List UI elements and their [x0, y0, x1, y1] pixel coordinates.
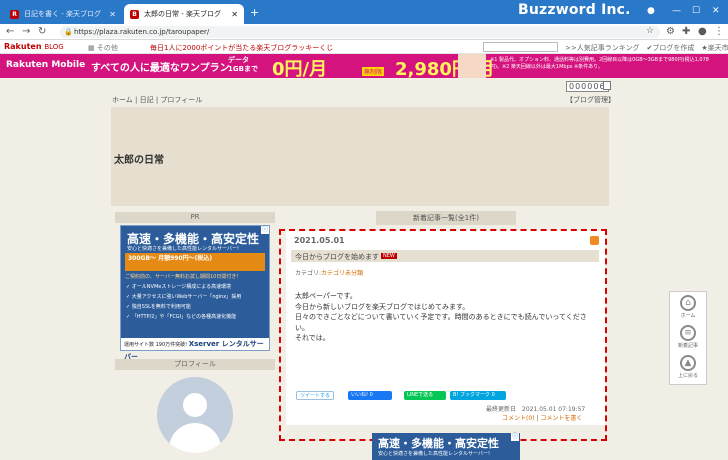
extension-icon[interactable]: ⚙	[666, 26, 675, 37]
other-label: その他	[96, 44, 118, 52]
browser-tabbar: R 日記を書く - 楽天ブログ ✕ B 太郎の日常 - 楽天ブログ ✕ + Bu…	[0, 0, 728, 24]
ad-features: ✓ オールNVMeストレージ構成による高速環境 ✓ 大量アクセスに強いWebサー…	[126, 282, 241, 322]
url-input[interactable]: 🔒 https://plaza.rakuten.co.jp/taroupaper…	[60, 26, 660, 38]
banner-badge: 無制限	[362, 67, 385, 76]
banner-data: データ 1GBまで	[228, 56, 258, 74]
banner-note: ※1 製品代、オプション料、通話料等は別費用。2回線目以降は0GB〜3GBまで9…	[490, 57, 709, 70]
back-icon[interactable]: ←	[6, 26, 14, 37]
forward-icon[interactable]: →	[22, 26, 30, 37]
logo-sub: BLOG	[44, 43, 64, 51]
account-icon[interactable]: ●	[698, 26, 707, 37]
ad2-title: 高速・多機能・高安定性	[378, 437, 499, 450]
other-link[interactable]: ▦ その他	[88, 43, 118, 53]
up-icon: ▲	[680, 355, 696, 371]
tab-label: 日記を書く - 楽天ブログ	[24, 10, 101, 18]
rakuten-favicon-icon: R	[10, 9, 19, 19]
lock-icon: 🔒	[64, 28, 73, 36]
profile-dot-icon[interactable]: ●	[647, 6, 655, 16]
xserver-ad-bottom[interactable]: 高速・多機能・高安定性 安心と快適さを兼備した高性能レンタルサーバー!	[372, 433, 520, 460]
list-icon: ≡	[680, 325, 696, 341]
tab-taro-blog[interactable]: B 太郎の日常 - 楽天ブログ ✕	[124, 4, 244, 24]
sidenav-home[interactable]: ⌂ ホーム	[670, 295, 706, 319]
blog-title[interactable]: 太郎の日常	[114, 151, 164, 166]
ad-feature-text: オールNVMeストレージ構成による高速環境	[131, 284, 232, 290]
blog-favicon-icon: B	[130, 9, 139, 19]
close-icon[interactable]: ✕	[109, 10, 116, 19]
profile-heading: プロフィール	[115, 359, 275, 370]
new-posts-heading[interactable]: 新着記事一覧(全1件)	[376, 211, 516, 225]
brand-watermark: Buzzword Inc.	[518, 2, 631, 18]
banner-headline: すべての人に最適なワンプラン	[91, 63, 230, 74]
tab-write-diary[interactable]: R 日記を書く - 楽天ブログ ✕	[4, 4, 122, 24]
banner-data-value: 1GBまで	[228, 65, 258, 73]
menu-icon[interactable]: ⋮	[714, 26, 724, 37]
logo-text: Rakuten	[4, 42, 42, 51]
avatar-head	[183, 393, 207, 417]
blog-header: 太郎の日常	[111, 107, 609, 206]
new-tab-icon[interactable]: +	[250, 6, 259, 19]
ad-info-icon[interactable]: ⓘ	[511, 433, 519, 441]
ad-offer: 300GB〜 月額990円〜(税込)	[125, 253, 265, 271]
rakuten-blog-logo[interactable]: Rakuten BLOG	[4, 42, 64, 51]
address-bar-row: ← → ↻ 🔒 https://plaza.rakuten.co.jp/taro…	[0, 24, 728, 40]
avatar-body	[169, 423, 221, 453]
search-input[interactable]	[483, 42, 558, 52]
banner-model-image	[458, 54, 486, 78]
tab-label: 太郎の日常 - 楽天ブログ	[144, 10, 221, 18]
rakuten-mobile-banner[interactable]: Rakuten Mobile すべての人に最適なワンプラン データ 1GBまで 0…	[0, 54, 728, 80]
blog-toolbar: Rakuten BLOG ▦ その他 毎日1人に2000ポイントが当たる楽天ブロ…	[0, 40, 728, 54]
bookmark-star-icon[interactable]: ☆	[646, 26, 654, 36]
ad2-subtitle: 安心と快適さを兼備した高性能レンタルサーバー!	[378, 451, 490, 457]
side-nav: ⌂ ホーム ≡ 新着記事 ▲ 上に戻る	[669, 291, 707, 385]
url-text: https://plaza.rakuten.co.jp/taroupaper/	[74, 28, 210, 36]
blog-manage-link[interactable]: 【ブログ管理】	[566, 95, 615, 105]
ad-feature: ✓ 独自SSLを無料で利用可能	[126, 304, 191, 310]
close-icon[interactable]: ✕	[231, 10, 238, 19]
highlight-frame	[279, 229, 607, 441]
sidenav-label: ホーム	[680, 313, 696, 319]
ad-feature: ✓ 大量アクセスに強いWebサーバー「nginx」採用	[126, 294, 242, 300]
ad-trial: ご契約前の、サーバー無料お試し期間10日間付き!	[125, 274, 239, 280]
avatar[interactable]	[157, 377, 233, 453]
sidenav-new-posts[interactable]: ≡ 新着記事	[670, 325, 706, 349]
counter-icon	[603, 81, 611, 90]
sidenav-label: 新着記事	[677, 343, 698, 349]
banner-price-zero: 0円/月	[272, 59, 328, 80]
window-close-icon[interactable]: ✕	[712, 6, 720, 16]
puzzle-icon[interactable]: ✚	[682, 26, 690, 37]
banner-brand: Rakuten Mobile	[6, 60, 86, 70]
ad-feature-text: 独自SSLを無料で利用可能	[131, 304, 191, 310]
sidenav-label: 上に戻る	[677, 373, 698, 379]
ad-footer: 運用サイト数 190万件突破! Xserver レンタルサーバー	[121, 338, 269, 361]
sidenav-back-to-top[interactable]: ▲ 上に戻る	[670, 355, 706, 379]
ad-info-icon[interactable]: ⓘ	[261, 226, 269, 234]
ad-feature: ✓ オールNVMeストレージ構成による高速環境	[126, 284, 232, 290]
banner-data-label: データ	[228, 56, 249, 64]
ad-footer-pre: 運用サイト数 190万件突破!	[124, 342, 188, 348]
xserver-ad[interactable]: 高速・多機能・高安定性 安心と快適さを兼備した高性能レンタルサーバー! 300G…	[120, 225, 270, 361]
maximize-icon[interactable]: ☐	[692, 6, 700, 16]
breadcrumb[interactable]: ホーム | 日記 | プロフィール	[112, 95, 202, 105]
ad-subtitle: 安心と快適さを兼備した高性能レンタルサーバー!	[127, 246, 239, 252]
campaign-link[interactable]: 毎日1人に2000ポイントが当たる楽天ブログラッキーくじ	[150, 43, 333, 53]
ad-feature-text: 大量アクセスに強いWebサーバー「nginx」採用	[131, 294, 242, 300]
minimize-icon[interactable]: —	[672, 6, 681, 16]
reload-icon[interactable]: ↻	[38, 26, 46, 37]
ad-feature-text: 「HTTP/2」や「FCGI」などの各種高速化機能	[131, 314, 237, 320]
home-icon: ⌂	[680, 295, 696, 311]
ad-feature: ✓ 「HTTP/2」や「FCGI」などの各種高速化機能	[126, 314, 237, 320]
toolbar-links[interactable]: >>人気記事ランキング ✔ブログを作成 ★楽天市場	[565, 43, 728, 53]
pr-heading: PR	[115, 212, 275, 223]
